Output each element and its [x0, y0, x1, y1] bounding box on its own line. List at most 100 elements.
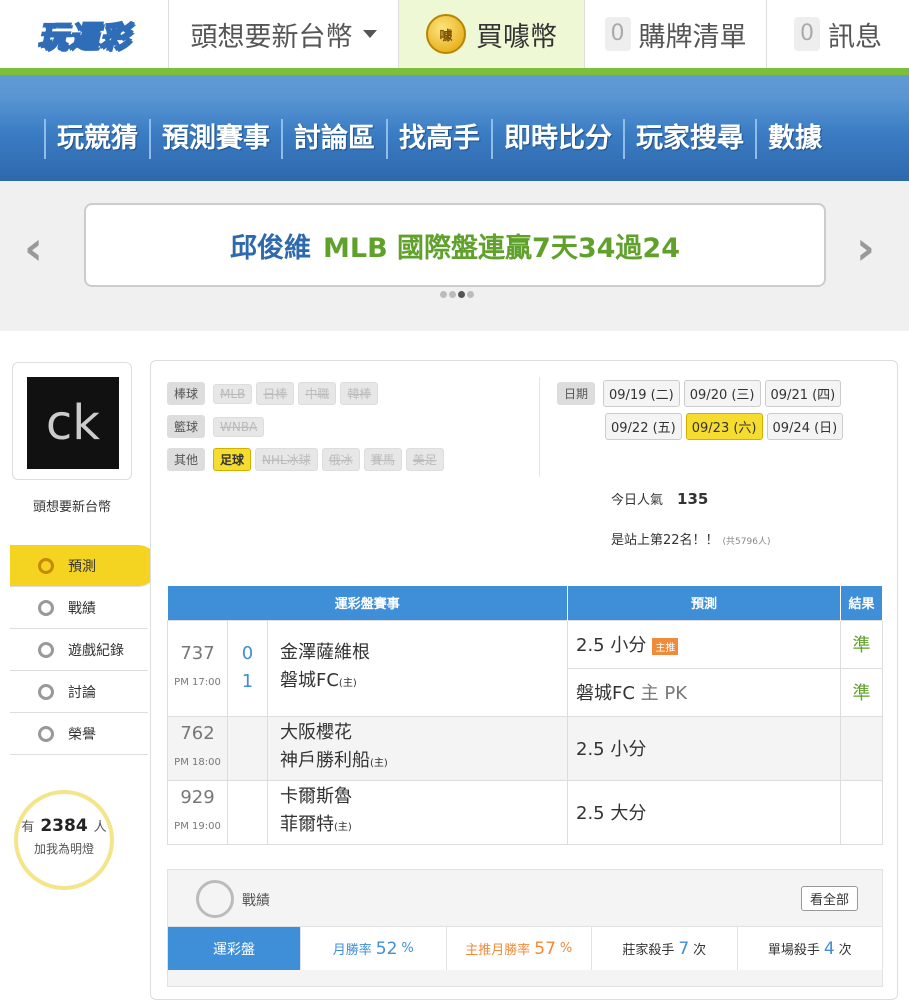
main-nav: 玩競猜 預測賽事 討論區 找高手 即時比分 玩家搜尋 數據 — [0, 75, 909, 181]
prediction-team: 磐城FC — [576, 683, 635, 704]
buy-coins-label: 買噱幣 — [476, 21, 557, 53]
filter-tag[interactable]: WNBA — [213, 416, 265, 437]
avatar[interactable]: ck — [27, 377, 119, 469]
prediction-cell: 2.5 小分 主推 — [567, 619, 841, 669]
nav-item-forum[interactable]: 討論區 — [281, 119, 386, 159]
stat-label: 月勝率 — [332, 943, 372, 958]
team-away: 金澤薩維根 — [280, 641, 370, 663]
stat-value: 4 — [823, 938, 835, 959]
date-option[interactable]: 09/24 (日) — [766, 413, 844, 440]
game-scores — [227, 715, 268, 781]
tab-sports-lottery[interactable]: 運彩盤 — [168, 927, 300, 970]
nav-item-data[interactable]: 數據 — [755, 119, 833, 159]
prediction-cell: 2.5 大分 — [567, 779, 841, 845]
messages-button[interactable]: 0 訊息 — [766, 0, 909, 68]
games-table: 運彩盤賽事 預測 結果 737 PM 17:00 01 金澤薩維根 磐城FC(主) … — [167, 586, 883, 845]
filter-tag[interactable]: 賽馬 — [363, 448, 402, 471]
carousel-dot[interactable] — [467, 291, 474, 298]
filter-category-basketball: 籃球 — [167, 415, 206, 438]
stat-label: 主推月勝率 — [465, 943, 531, 958]
date-label: 日期 — [557, 382, 596, 405]
stat-unit: % — [559, 941, 573, 956]
result-cell — [840, 715, 883, 781]
carousel-dots — [440, 291, 474, 298]
game-scores: 01 — [227, 619, 268, 717]
filter-tag[interactable]: 韓棒 — [340, 382, 379, 405]
filter-tag[interactable]: MLB — [213, 383, 253, 404]
fans-count: 2384 — [40, 816, 88, 836]
score-away: 0 — [241, 643, 254, 664]
banner-expert-name: 邱俊維 — [230, 232, 311, 264]
date-option-selected[interactable]: 09/23 (六) — [685, 413, 763, 440]
carousel-dot-active[interactable] — [458, 291, 465, 298]
team-home: 磐城FC — [280, 669, 339, 691]
game-time: PM 18:00 — [174, 756, 221, 768]
date-picker: 日期 09/19 (二) 09/20 (三) 09/21 (四) 09/22 (… — [557, 377, 847, 443]
chevron-left-icon[interactable]: ‹ — [24, 221, 43, 275]
cart-button[interactable]: 0 購牌清單 — [584, 0, 766, 68]
game-teams[interactable]: 大阪櫻花 神戶勝利船(主) — [267, 715, 568, 781]
home-marker: (主) — [338, 677, 357, 689]
date-option[interactable]: 09/19 (二) — [603, 380, 680, 407]
sidebar-item-discuss[interactable]: 討論 — [10, 671, 148, 713]
target-icon — [38, 557, 54, 574]
game-teams[interactable]: 卡爾斯魯 菲爾特(主) — [267, 779, 568, 845]
filter-divider — [539, 377, 540, 477]
nav-item-player-search[interactable]: 玩家搜尋 — [623, 119, 755, 159]
sidebar-item-label: 榮譽 — [68, 726, 96, 743]
header-divider — [0, 68, 909, 75]
column-header-games: 運彩盤賽事 — [167, 586, 568, 620]
pen-icon — [38, 683, 54, 700]
record-stats: 運彩盤 月勝率 52% 主推月勝率 57% 莊家殺手 7 次 單場殺手 4 次 — [168, 926, 882, 970]
filter-tag[interactable]: 日棒 — [256, 382, 295, 405]
nav-item-guess[interactable]: 玩競猜 — [44, 119, 149, 159]
sidebar-item-game-log[interactable]: 遊戲紀錄 — [10, 629, 148, 671]
carousel-dot[interactable] — [440, 291, 447, 298]
filter-tag[interactable]: 中職 — [298, 382, 337, 405]
nav-item-livescore[interactable]: 即時比分 — [491, 119, 623, 159]
stat-monthly-win-rate: 月勝率 52% — [300, 927, 446, 970]
date-option[interactable]: 09/20 (三) — [683, 380, 761, 407]
filter-tag-selected[interactable]: 足球 — [213, 448, 252, 471]
ring-icon — [38, 641, 54, 658]
game-teams[interactable]: 金澤薩維根磐城FC(主) — [267, 619, 568, 717]
medal-icon — [38, 725, 54, 742]
see-all-button[interactable]: 看全部 — [800, 886, 858, 911]
game-time: PM 17:00 — [174, 676, 221, 688]
filter-tag[interactable]: 美足 — [405, 448, 444, 471]
logo-text: 玩運彩 — [37, 19, 131, 56]
follow-lightbulb[interactable]: 有 2384 人 加我為明燈 — [14, 790, 114, 890]
score-home: 1 — [241, 671, 254, 692]
side-menu: 預測 戰績 遊戲紀錄 討論 榮譽 — [10, 545, 158, 755]
nav-item-predict[interactable]: 預測賽事 — [149, 119, 281, 159]
date-option[interactable]: 09/21 (四) — [764, 380, 842, 407]
fans-count-line: 有 2384 人 — [18, 816, 110, 836]
popularity: 今日人氣 135 — [611, 489, 708, 508]
home-marker: (主) — [370, 757, 388, 769]
sidebar-item-honor[interactable]: 榮譽 — [10, 713, 148, 755]
carousel-dot[interactable] — [449, 291, 456, 298]
site-logo[interactable]: 玩運彩 — [0, 0, 168, 68]
buy-coins-button[interactable]: 噱 買噱幣 — [398, 0, 584, 68]
sidebar-item-predict[interactable]: 預測 — [10, 545, 158, 587]
cart-count-badge: 0 — [604, 17, 631, 51]
date-option[interactable]: 09/22 (五) — [605, 413, 682, 440]
promo-banner[interactable]: 邱俊維 MLB 國際盤連贏7天34過24 — [84, 203, 826, 287]
table-row: 762 PM 18:00 大阪櫻花 神戶勝利船(主) 2.5 小分 — [167, 715, 883, 781]
filter-tag[interactable]: NHL冰球 — [255, 448, 318, 471]
filter-tag[interactable]: 俄冰 — [321, 448, 360, 471]
message-count-badge: 0 — [794, 17, 820, 51]
chevron-right-icon[interactable]: › — [856, 221, 875, 275]
stat-unit: 次 — [693, 943, 707, 958]
banner-text: MLB 國際盤連贏7天34過24 — [323, 232, 680, 264]
target-icon — [196, 880, 234, 918]
chevron-down-icon — [362, 30, 377, 38]
stat-main-pick-win-rate: 主推月勝率 57% — [445, 927, 592, 970]
nav-item-experts[interactable]: 找高手 — [386, 119, 491, 159]
game-number: 762 PM 18:00 — [167, 715, 228, 781]
user-menu[interactable]: 頭想要新台幣 — [168, 0, 398, 68]
sidebar-item-record[interactable]: 戰績 — [10, 587, 148, 629]
fans-prefix: 有 — [21, 820, 35, 835]
rank: 是站上第22名！！ (共5796人) — [611, 529, 770, 548]
stat-label: 莊家殺手 — [622, 943, 675, 958]
